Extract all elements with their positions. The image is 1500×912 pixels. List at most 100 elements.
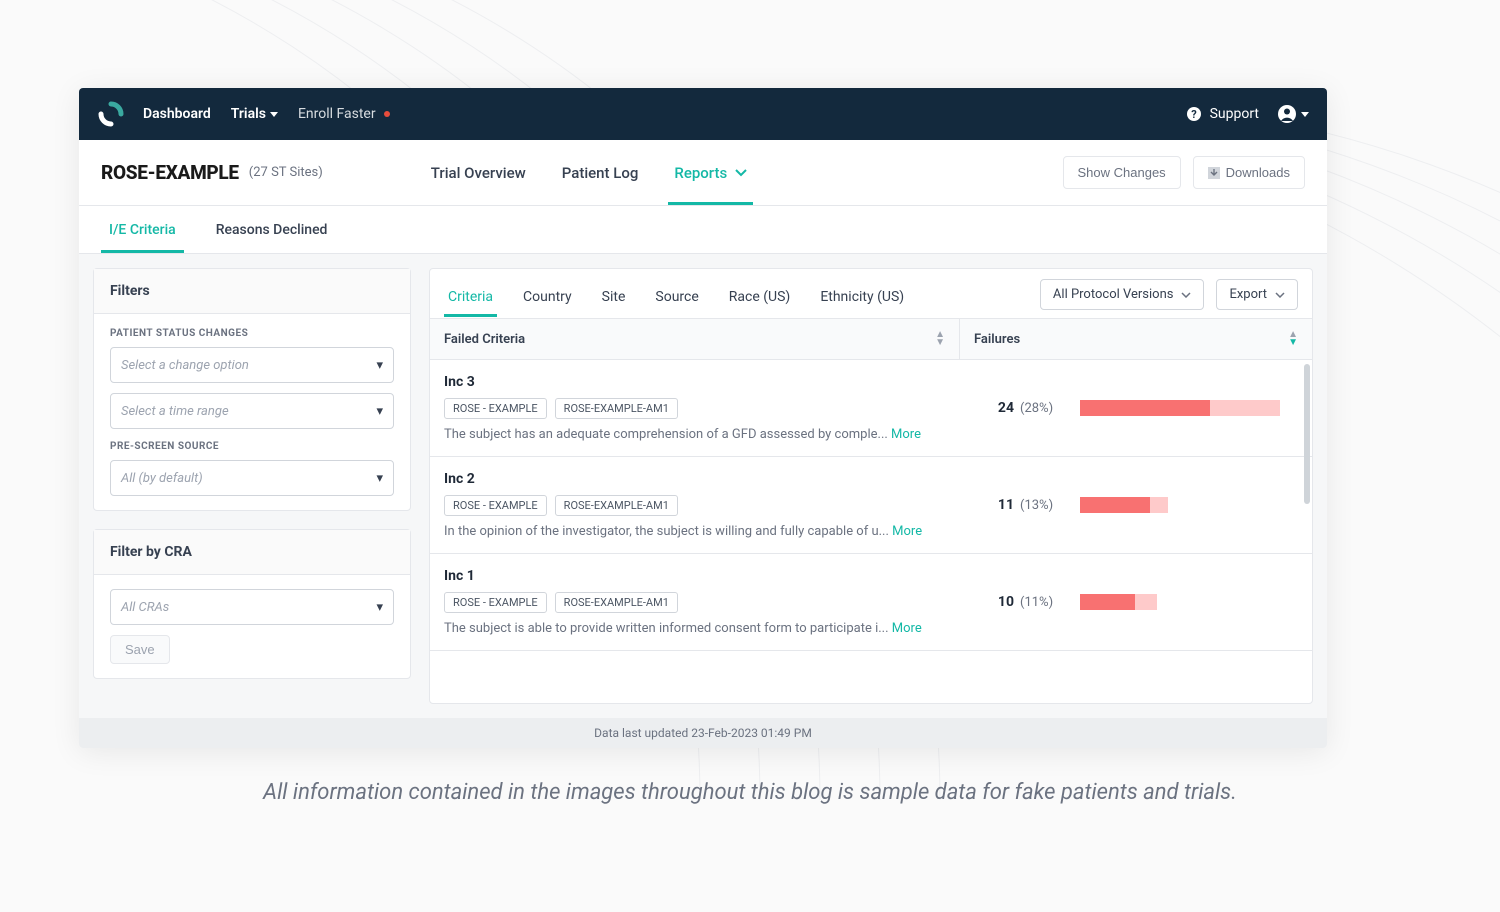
failure-bar <box>1080 594 1280 610</box>
status-changes-label: PATIENT STATUS CHANGES <box>110 328 394 339</box>
user-menu[interactable] <box>1277 104 1309 124</box>
app-logo-icon <box>97 100 125 128</box>
criteria-title: Inc 2 <box>444 471 946 487</box>
enroll-faster-label: Enroll Faster <box>298 106 376 122</box>
protocol-versions-dropdown[interactable]: All Protocol Versions <box>1040 279 1205 310</box>
criteria-description: The subject is able to provide written i… <box>444 621 946 636</box>
nav-enroll-faster[interactable]: Enroll Faster <box>298 106 390 122</box>
column-failures[interactable]: Failures ▲▼ <box>960 319 1312 359</box>
filter-cra-header: Filter by CRA <box>94 530 410 575</box>
titlebar: ROSE-EXAMPLE (27 ST Sites) Trial Overvie… <box>79 140 1327 206</box>
report-tabs: Criteria Country Site Source Race (US) E… <box>430 269 1312 319</box>
table-row: Inc 2 ROSE - EXAMPLEROSE-EXAMPLE-AM1 In th… <box>430 457 1312 554</box>
report-tab-ethnicity[interactable]: Ethnicity (US) <box>816 281 908 317</box>
downloads-button[interactable]: Downloads <box>1193 156 1305 189</box>
column-failed-criteria-label: Failed Criteria <box>444 332 525 347</box>
scrollbar[interactable] <box>1304 364 1310 504</box>
tag: ROSE - EXAMPLE <box>444 592 547 613</box>
side-panel: Filters PATIENT STATUS CHANGES Select a … <box>93 268 411 704</box>
nav-dashboard[interactable]: Dashboard <box>143 106 211 122</box>
criteria-tags: ROSE - EXAMPLEROSE-EXAMPLE-AM1 <box>444 495 946 516</box>
cra-placeholder: All CRAs <box>121 600 169 615</box>
prescreen-source-label: PRE-SCREEN SOURCE <box>110 441 394 452</box>
report-card: Criteria Country Site Source Race (US) E… <box>429 268 1313 704</box>
criteria-cell: Inc 3 ROSE - EXAMPLE ROSE-EXAMPLE-AM1 The s… <box>430 360 960 456</box>
more-link[interactable]: More <box>892 524 922 539</box>
export-dropdown[interactable]: Export <box>1216 279 1298 310</box>
caret-down-icon: ▾ <box>376 358 383 373</box>
footer-updated: Data last updated 23-Feb-2023 01:49 PM <box>79 718 1327 748</box>
report-tab-country[interactable]: Country <box>519 281 576 317</box>
sort-icon: ▲▼ <box>1288 331 1298 347</box>
table-row: Inc 1 ROSE - EXAMPLE ROSE-EXAMPLE-AM1 The s… <box>430 554 1312 651</box>
criteria-title: Inc 1 <box>444 568 946 584</box>
sort-icon: ▲▼ <box>935 331 945 347</box>
time-range-placeholder: Select a time range <box>121 404 229 419</box>
prescreen-source-placeholder: All (by default) <box>121 471 203 486</box>
nav-trials[interactable]: Trials <box>231 106 278 122</box>
report-tab-source[interactable]: Source <box>651 281 702 317</box>
subtabs: I/E Criteria Reasons Declined <box>79 206 1327 254</box>
failure-count: 10 <box>974 594 1014 610</box>
notification-dot-icon <box>384 111 390 117</box>
filters-header: Filters <box>94 269 410 314</box>
caret-down-icon: ▾ <box>376 404 383 419</box>
table-header: Failed Criteria ▲▼ Failures ▲▼ <box>430 319 1312 360</box>
caret-down-icon: ▾ <box>376 471 383 486</box>
tag: ROSE-EXAMPLE-AM1 <box>555 398 678 419</box>
criteria-description: The subject has an adequate comprehensio… <box>444 427 946 442</box>
caret-down-icon: ▾ <box>376 600 383 615</box>
more-link[interactable]: More <box>892 621 922 636</box>
cra-select[interactable]: All CRAs ▾ <box>110 589 394 625</box>
chevron-down-icon <box>1181 292 1191 298</box>
report-tab-race[interactable]: Race (US) <box>725 281 795 317</box>
show-changes-button[interactable]: Show Changes <box>1063 156 1181 189</box>
table-body: Inc 3 ROSE - EXAMPLE ROSE-EXAMPLE-AM1 The s… <box>430 360 1312 703</box>
table-row: Inc 3 ROSE - EXAMPLE ROSE-EXAMPLE-AM1 The s… <box>430 360 1312 457</box>
tag: ROSE - EXAMPLE <box>444 398 547 419</box>
report-tab-criteria[interactable]: Criteria <box>444 281 497 317</box>
failure-bar <box>1080 400 1280 416</box>
subtab-reasons-declined[interactable]: Reasons Declined <box>208 206 336 253</box>
column-failures-label: Failures <box>974 332 1020 347</box>
criteria-tags: ROSE - EXAMPLE ROSE-EXAMPLE-AM1 <box>444 398 946 419</box>
tab-patient-log[interactable]: Patient Log <box>544 140 657 205</box>
svg-text:?: ? <box>1191 108 1197 121</box>
trial-name: ROSE-EXAMPLE <box>101 161 239 184</box>
failure-percent: (28%) <box>1020 401 1064 416</box>
app-window: Dashboard Trials Enroll Faster ? Support… <box>79 88 1327 748</box>
more-link[interactable]: More <box>891 427 921 442</box>
change-option-select[interactable]: Select a change option ▾ <box>110 347 394 383</box>
failures-cell: 11(13%) <box>960 457 1312 553</box>
tag: ROSE-EXAMPLE-AM1 <box>555 592 678 613</box>
failure-bar <box>1080 497 1280 513</box>
support-label: Support <box>1210 106 1259 122</box>
criteria-description: In the opinion of the investigator, the … <box>444 524 946 539</box>
criteria-title: Inc 3 <box>444 374 946 390</box>
failures-cell: 10(11%) <box>960 554 1312 650</box>
main-panel: Criteria Country Site Source Race (US) E… <box>429 268 1313 704</box>
failure-count: 11 <box>974 497 1014 513</box>
criteria-cell: Inc 2 ROSE - EXAMPLEROSE-EXAMPLE-AM1 In th… <box>430 457 960 553</box>
filter-cra-card: Filter by CRA All CRAs ▾ Save <box>93 529 411 679</box>
save-button[interactable]: Save <box>110 635 170 664</box>
content-area: Filters PATIENT STATUS CHANGES Select a … <box>79 254 1327 718</box>
help-icon: ? <box>1186 106 1202 122</box>
subtab-ie-criteria[interactable]: I/E Criteria <box>101 206 184 253</box>
failures-cell: 24 (28%) <box>960 360 1312 456</box>
support-link[interactable]: ? Support <box>1186 106 1259 122</box>
criteria-cell: Inc 1 ROSE - EXAMPLE ROSE-EXAMPLE-AM1 The s… <box>430 554 960 650</box>
change-option-placeholder: Select a change option <box>121 358 249 373</box>
tab-trial-overview[interactable]: Trial Overview <box>413 140 544 205</box>
failure-count: 24 <box>974 400 1014 416</box>
prescreen-source-select[interactable]: All (by default) ▾ <box>110 460 394 496</box>
report-tab-site[interactable]: Site <box>598 281 630 317</box>
tab-reports[interactable]: Reports <box>656 140 765 205</box>
downloads-label: Downloads <box>1226 165 1290 180</box>
caret-down-icon <box>270 112 278 117</box>
download-icon <box>1208 167 1220 179</box>
column-failed-criteria[interactable]: Failed Criteria ▲▼ <box>430 319 960 359</box>
time-range-select[interactable]: Select a time range ▾ <box>110 393 394 429</box>
tag: ROSE - EXAMPLE <box>444 495 547 516</box>
disclaimer-text: All information contained in the images … <box>0 780 1500 805</box>
